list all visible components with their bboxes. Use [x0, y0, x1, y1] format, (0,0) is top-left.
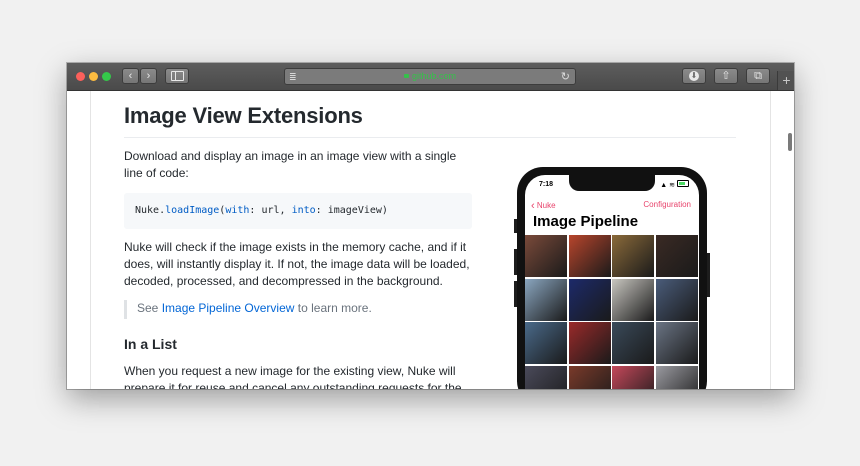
photo-thumbnail[interactable] — [655, 365, 698, 389]
sidebar-icon — [170, 71, 184, 81]
photo-thumbnail[interactable] — [612, 365, 654, 389]
phone-power-button — [707, 253, 710, 297]
phone-mockup: 7:18 ▲ ≋ ‹ Nuke Configuration Image Pipe… — [514, 167, 710, 389]
photo-thumbnail[interactable] — [655, 278, 698, 321]
lock-icon — [403, 74, 409, 78]
app-title: Image Pipeline — [533, 213, 639, 230]
downloads-button[interactable]: ⬇ — [682, 68, 706, 84]
zoom-window-button[interactable] — [102, 72, 111, 81]
new-tab-button[interactable]: + — [777, 71, 794, 90]
back-button[interactable]: ‹ — [122, 68, 139, 84]
photo-thumbnail[interactable] — [568, 322, 611, 364]
content-right-border — [770, 91, 771, 389]
download-icon: ⬇ — [689, 71, 699, 81]
code-line: Nuke.loadImage(with: url, into: imageVie… — [135, 205, 388, 216]
address-bar[interactable]: ≣ github.com ↻ — [284, 68, 576, 85]
plus-icon: + — [782, 72, 791, 88]
signal-wifi-icon: ▲ ≋ — [660, 182, 675, 189]
photo-thumbnail[interactable] — [612, 278, 654, 321]
code-block: Nuke.loadImage(with: url, into: imageVie… — [124, 193, 472, 229]
phone-screen: 7:18 ▲ ≋ ‹ Nuke Configuration Image Pipe… — [525, 175, 699, 389]
list-paragraph: When you request a new image for the exi… — [124, 364, 462, 389]
page-title: Image View Extensions — [124, 103, 363, 128]
page-content: Image View Extensions Download and displ… — [67, 91, 794, 389]
photo-thumbnail[interactable] — [655, 235, 698, 277]
status-icons: ▲ ≋ — [660, 180, 689, 189]
battery-icon — [677, 180, 689, 187]
reload-icon[interactable]: ↻ — [561, 70, 570, 83]
nav-back-button[interactable]: ‹ Nuke — [531, 199, 556, 212]
cache-paragraph: Nuke will check if the image exists in t… — [124, 240, 470, 288]
tab-overview-button[interactable]: ⧉ — [746, 68, 770, 84]
photo-thumbnail[interactable] — [525, 235, 567, 277]
scrollbar-thumb[interactable] — [788, 133, 792, 151]
section-heading: In a List — [124, 336, 177, 352]
photo-thumbnail[interactable] — [568, 365, 611, 389]
configuration-button[interactable]: Configuration — [643, 200, 691, 209]
phone-volume-down — [514, 281, 517, 307]
photo-grid — [525, 235, 699, 389]
title-divider — [124, 137, 736, 138]
photo-thumbnail[interactable] — [612, 322, 654, 364]
nav-back-label: Nuke — [536, 201, 556, 210]
status-time: 7:18 — [539, 181, 554, 188]
phone-notch — [569, 175, 655, 191]
photo-thumbnail[interactable] — [612, 235, 654, 277]
forward-button[interactable]: › — [140, 68, 157, 84]
photo-thumbnail[interactable] — [525, 365, 567, 389]
browser-toolbar: ‹ › ≣ github.com ↻ ⬇ ⇧ ⧉ + — [67, 63, 794, 91]
minimize-window-button[interactable] — [89, 72, 98, 81]
address-url: github.com — [285, 71, 575, 81]
tabs-icon: ⧉ — [754, 69, 762, 82]
phone-silent-switch — [514, 219, 517, 233]
sidebar-button[interactable] — [165, 68, 189, 84]
photo-thumbnail[interactable] — [568, 235, 611, 277]
chevron-left-icon: ‹ — [531, 200, 535, 212]
photo-thumbnail[interactable] — [655, 322, 698, 364]
url-text: github.com — [411, 71, 457, 81]
blockquote: See Image Pipeline Overview to learn mor… — [137, 301, 372, 315]
blockquote-bar — [124, 300, 127, 319]
photo-thumbnail[interactable] — [525, 322, 567, 364]
image-pipeline-overview-link[interactable]: Image Pipeline Overview — [162, 301, 295, 315]
share-button[interactable]: ⇧ — [714, 68, 738, 84]
photo-thumbnail[interactable] — [568, 278, 611, 321]
photo-thumbnail[interactable] — [525, 278, 567, 321]
phone-volume-up — [514, 249, 517, 275]
chevron-right-icon: › — [146, 69, 151, 82]
chevron-left-icon: ‹ — [128, 69, 133, 82]
intro-paragraph: Download and display an image in an imag… — [124, 149, 457, 180]
content-left-border — [90, 91, 91, 389]
close-window-button[interactable] — [76, 72, 85, 81]
browser-window: ‹ › ≣ github.com ↻ ⬇ ⇧ ⧉ + Image View Ex… — [67, 63, 794, 389]
share-icon: ⇧ — [721, 69, 731, 82]
